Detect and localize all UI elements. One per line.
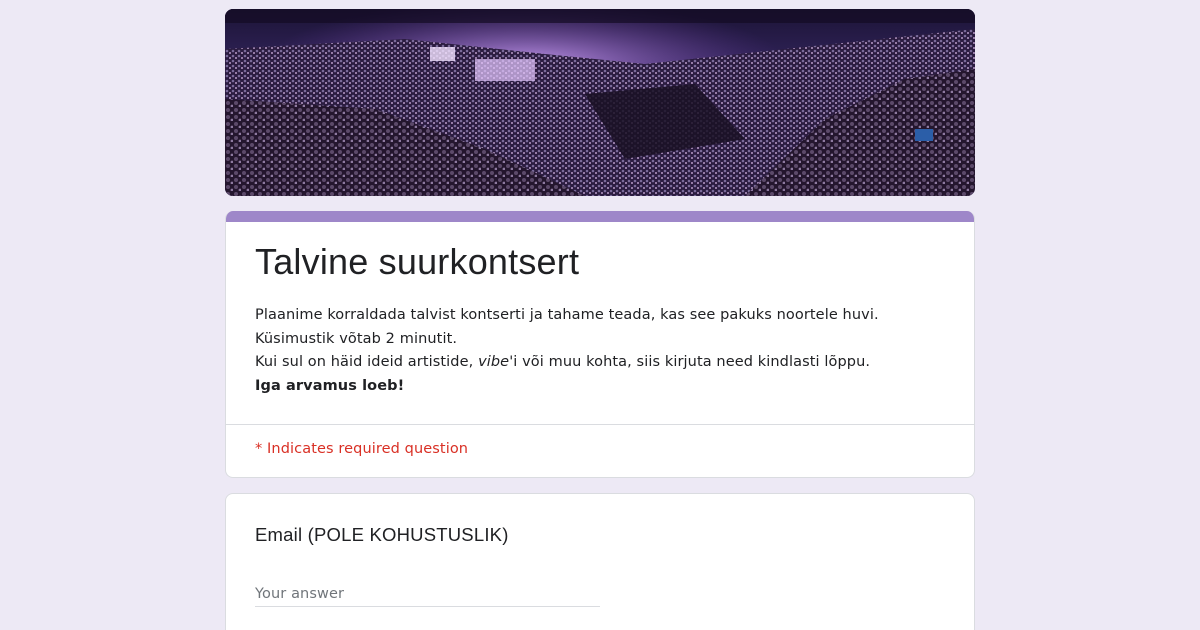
- form-description: Plaanime korraldada talvist kontserti ja…: [255, 304, 950, 398]
- question-card-email: Email (POLE KOHUSTUSLIK) Your answer: [225, 493, 975, 630]
- description-line-2: Küsimustik võtab 2 minutit.: [255, 330, 458, 347]
- description-line-3-italic: vibe: [478, 354, 510, 370]
- required-question-note: * Indicates required question: [255, 441, 469, 457]
- email-answer-input[interactable]: Your answer: [255, 586, 600, 607]
- header-banner-image: [225, 9, 975, 196]
- description-line-4: Iga arvamus loeb!: [255, 377, 405, 394]
- form-title: Talvine suurkontsert: [255, 241, 580, 282]
- description-line-1: Plaanime korraldada talvist kontserti ja…: [255, 307, 879, 323]
- form-container: Talvine suurkontsert Plaanime korraldada…: [225, 9, 975, 630]
- theme-accent-bar: [226, 211, 974, 222]
- question-title: Email (POLE KOHUSTUSLIK): [255, 524, 509, 545]
- description-line-3-end: 'i või muu kohta, siis kirjuta need kind…: [509, 354, 871, 370]
- form-header-card: Talvine suurkontsert Plaanime korraldada…: [225, 211, 975, 478]
- description-line-3-start: Kui sul on häid ideid artistide,: [255, 354, 479, 370]
- description-line-3: Kui sul on häid ideid artistide, vibe'i …: [255, 351, 950, 375]
